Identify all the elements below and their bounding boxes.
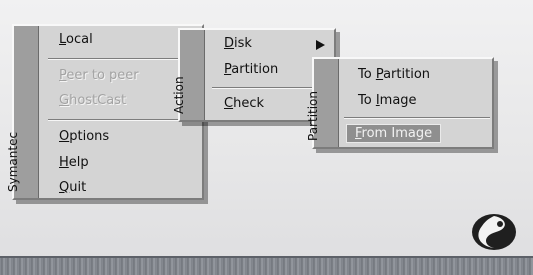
menu-item-check[interactable]: Check	[224, 96, 264, 111]
menu-item-peer-to-peer[interactable]: Peer to peer	[59, 68, 139, 83]
action-menu-side-label: Action	[172, 76, 186, 114]
menu-item-from-image[interactable]: From Image	[346, 124, 442, 143]
partition-menu-sidebar: Partition	[306, 59, 339, 147]
menu-item-options[interactable]: Options	[59, 129, 109, 144]
partition-menu-side-label: Partition	[306, 90, 320, 141]
menu-item-to-partition[interactable]: To Partition	[358, 67, 430, 82]
action-menu-sidebar: Action	[172, 30, 205, 120]
menu-item-to-image[interactable]: To Image	[358, 93, 417, 108]
main-menu-side-label: Symantec	[6, 131, 20, 192]
partition-menu: Partition To Partition To Image From Ima…	[306, 57, 494, 149]
menu-item-disk[interactable]: Disk	[224, 36, 252, 51]
ghost-screen-background: Symantec Local Peer to peer GhostCast Op…	[0, 0, 533, 275]
menu-item-partition[interactable]: Partition	[224, 62, 278, 77]
main-menu-sidebar: Symantec	[6, 26, 39, 198]
menu-item-help[interactable]: Help	[59, 155, 89, 170]
symantec-logo-icon	[472, 214, 516, 250]
arrow-right-icon	[316, 40, 325, 50]
menu-item-quit[interactable]: Quit	[59, 180, 86, 195]
bottom-status-strip	[0, 256, 533, 275]
menu-separator	[48, 119, 198, 121]
menu-item-ghostcast[interactable]: GhostCast	[59, 93, 126, 108]
menu-separator	[344, 117, 490, 119]
menu-separator	[48, 58, 198, 60]
menu-item-local[interactable]: Local	[59, 32, 93, 47]
